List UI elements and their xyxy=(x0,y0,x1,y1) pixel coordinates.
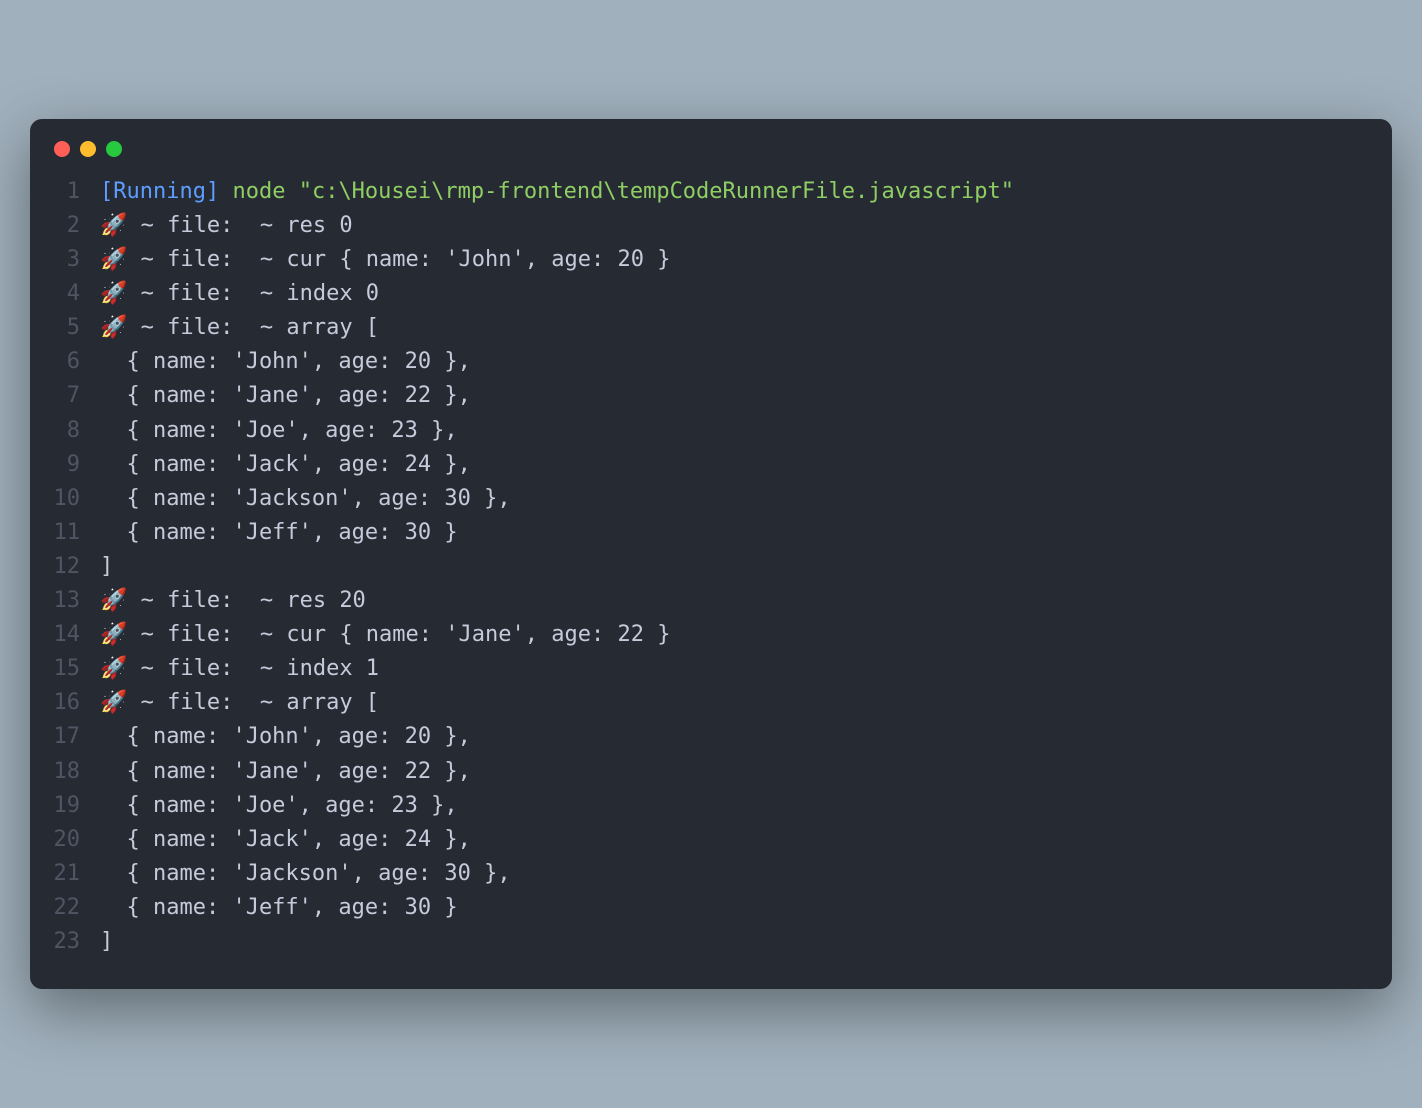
command-path: "c:\Housei\rmp-frontend\tempCodeRunnerFi… xyxy=(299,179,1014,204)
code-content: [Running] node "c:\Housei\rmp-frontend\t… xyxy=(100,175,1014,959)
code-line: 🚀 ~ file: ~ res 20 xyxy=(100,584,1014,618)
code-line: ] xyxy=(100,925,1014,959)
code-line: ] xyxy=(100,550,1014,584)
line-number: 18 xyxy=(50,755,80,789)
code-line: { name: 'Jackson', age: 30 }, xyxy=(100,857,1014,891)
code-line: [Running] node "c:\Housei\rmp-frontend\t… xyxy=(100,175,1014,209)
code-line: { name: 'Joe', age: 23 }, xyxy=(100,789,1014,823)
code-line: 🚀 ~ file: ~ index 0 xyxy=(100,277,1014,311)
running-label: [Running] xyxy=(100,179,219,204)
line-number: 19 xyxy=(50,789,80,823)
code-line: 🚀 ~ file: ~ cur { name: 'John', age: 20 … xyxy=(100,243,1014,277)
line-number: 9 xyxy=(50,448,80,482)
code-line: { name: 'Jane', age: 22 }, xyxy=(100,755,1014,789)
line-number: 23 xyxy=(50,925,80,959)
code-line: 🚀 ~ file: ~ cur { name: 'Jane', age: 22 … xyxy=(100,618,1014,652)
line-numbers-gutter: 1234567891011121314151617181920212223 xyxy=(50,175,100,959)
line-number: 12 xyxy=(50,550,80,584)
code-line: { name: 'John', age: 20 }, xyxy=(100,345,1014,379)
line-number: 13 xyxy=(50,584,80,618)
line-number: 20 xyxy=(50,823,80,857)
code-line: { name: 'Jack', age: 24 }, xyxy=(100,823,1014,857)
code-line: { name: 'John', age: 20 }, xyxy=(100,720,1014,754)
line-number: 8 xyxy=(50,414,80,448)
terminal-window: 1234567891011121314151617181920212223 [R… xyxy=(30,119,1392,989)
minimize-icon[interactable] xyxy=(80,141,96,157)
maximize-icon[interactable] xyxy=(106,141,122,157)
code-line: { name: 'Jeff', age: 30 } xyxy=(100,891,1014,925)
code-line: { name: 'Joe', age: 23 }, xyxy=(100,414,1014,448)
line-number: 22 xyxy=(50,891,80,925)
code-line: { name: 'Jackson', age: 30 }, xyxy=(100,482,1014,516)
line-number: 15 xyxy=(50,652,80,686)
line-number: 6 xyxy=(50,345,80,379)
code-line: 🚀 ~ file: ~ res 0 xyxy=(100,209,1014,243)
close-icon[interactable] xyxy=(54,141,70,157)
code-line: { name: 'Jack', age: 24 }, xyxy=(100,448,1014,482)
code-area: 1234567891011121314151617181920212223 [R… xyxy=(30,175,1392,959)
line-number: 4 xyxy=(50,277,80,311)
line-number: 14 xyxy=(50,618,80,652)
line-number: 11 xyxy=(50,516,80,550)
line-number: 5 xyxy=(50,311,80,345)
line-number: 2 xyxy=(50,209,80,243)
line-number: 3 xyxy=(50,243,80,277)
command-name: node xyxy=(232,179,285,204)
code-line: 🚀 ~ file: ~ index 1 xyxy=(100,652,1014,686)
code-line: 🚀 ~ file: ~ array [ xyxy=(100,311,1014,345)
line-number: 16 xyxy=(50,686,80,720)
line-number: 1 xyxy=(50,175,80,209)
code-line: { name: 'Jeff', age: 30 } xyxy=(100,516,1014,550)
line-number: 17 xyxy=(50,720,80,754)
code-line: 🚀 ~ file: ~ array [ xyxy=(100,686,1014,720)
line-number: 10 xyxy=(50,482,80,516)
line-number: 7 xyxy=(50,379,80,413)
window-controls xyxy=(30,141,1392,175)
line-number: 21 xyxy=(50,857,80,891)
code-line: { name: 'Jane', age: 22 }, xyxy=(100,379,1014,413)
